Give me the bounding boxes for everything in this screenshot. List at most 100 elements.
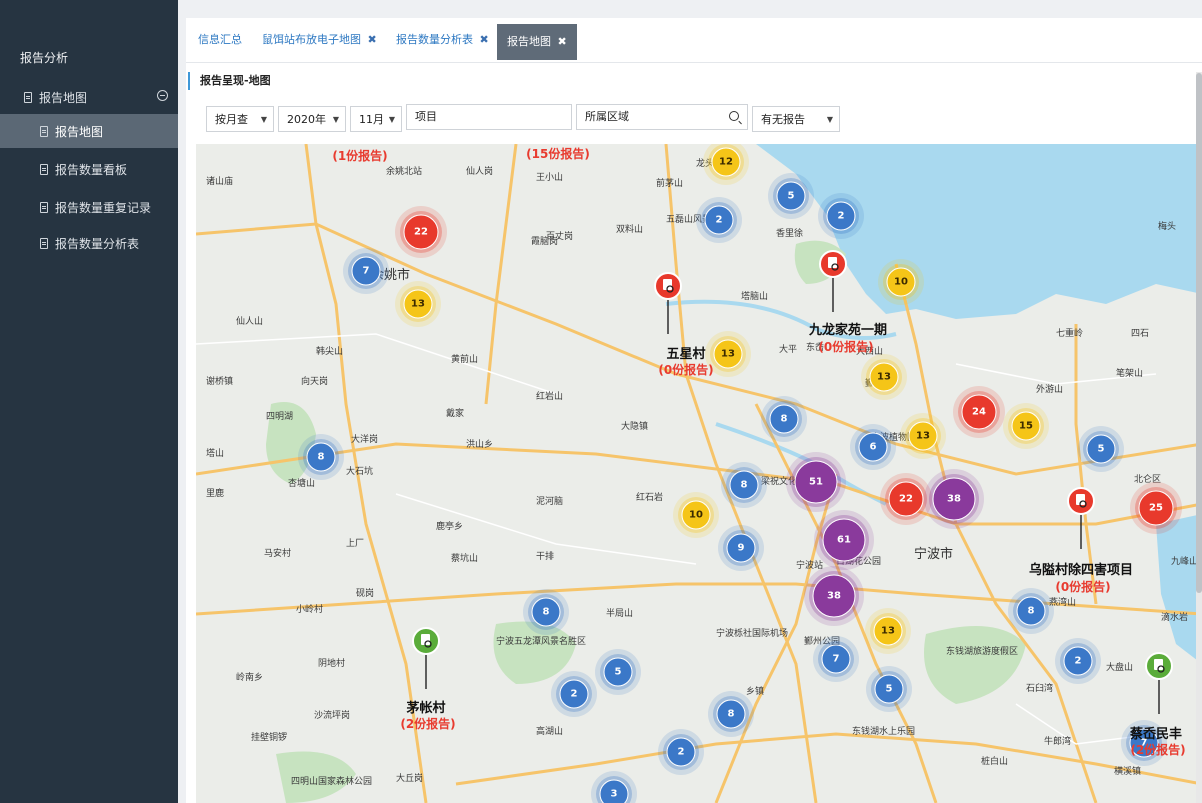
marker-report-count: (2份报告) (1130, 742, 1185, 757)
place-name: 滴水岩 (1161, 611, 1188, 623)
place-name: 挂壁铜锣 (251, 731, 287, 743)
cluster-count: 8 (728, 709, 735, 720)
marker-title: 蔡岙民丰 (1129, 726, 1182, 742)
tab-label: 报告地图 (507, 35, 551, 48)
map-place-label: 横溪镇 (1114, 765, 1141, 777)
cluster-count: 13 (411, 299, 425, 310)
cluster-marker[interactable]: 7 (343, 248, 389, 294)
collapse-icon[interactable] (157, 90, 168, 101)
map-place-label: 桩白山 (981, 755, 1008, 767)
region-search-input[interactable]: 所属区域 (576, 104, 748, 130)
cluster-count: 51 (809, 477, 823, 488)
place-name: 谢桥镇 (206, 375, 233, 387)
cluster-marker[interactable]: 8 (523, 589, 569, 635)
cluster-marker[interactable]: 2 (696, 197, 742, 243)
sidebar-item-report-duplicates[interactable]: 报告数量重复记录 (0, 190, 178, 224)
map-place-label: 牛郎湾 (1044, 735, 1071, 747)
sidebar-group-report-map[interactable]: 报告地图 (0, 80, 178, 114)
cluster-marker[interactable]: 61 (814, 510, 874, 570)
map-place-label: 马安村 (264, 547, 291, 559)
cluster-marker[interactable]: 8 (761, 396, 807, 442)
map-canvas[interactable]: 诸山庙余姚北站 仙人岗王小山前茅山百丈岗霞脑岗双料山五磊山风景区香里徐余姚市塔脑山… (196, 144, 1202, 803)
sidebar-item-report-map[interactable]: 报告地图 (0, 114, 178, 148)
place-name: 香里徐 (776, 227, 803, 239)
cluster-marker[interactable]: 9 (718, 525, 764, 571)
cluster-marker[interactable]: 8 (1008, 588, 1054, 634)
cluster-marker[interactable]: 8 (298, 434, 344, 480)
tab-label: 鼠饵站布放电子地图 (262, 33, 361, 46)
map-place-label: 仙人山 (236, 315, 263, 327)
search-icon[interactable] (729, 111, 739, 121)
breadcrumb: 报告呈现-地图 (188, 72, 1198, 90)
place-name: 半局山 (606, 607, 633, 619)
scrollbar-thumb[interactable] (1196, 73, 1202, 593)
close-icon[interactable]: ✖ (558, 35, 567, 48)
cluster-marker[interactable]: 5 (768, 173, 814, 219)
document-icon (40, 237, 48, 249)
document-icon (40, 125, 48, 137)
cluster-marker[interactable]: 15 (1003, 403, 1049, 449)
map-place-label: 大洋岗 (351, 433, 378, 445)
place-name: 石臼湾 (1026, 682, 1053, 694)
cluster-marker[interactable]: 2 (551, 671, 597, 717)
sidebar-item-report-analysis[interactable]: 报告数量分析表 (0, 226, 178, 260)
cluster-marker[interactable]: 51 (786, 452, 846, 512)
sidebar-item-label: 报告数量看板 (55, 162, 128, 177)
cluster-marker[interactable]: 13 (395, 281, 441, 327)
close-icon[interactable]: ✖ (368, 33, 377, 46)
cluster-count: 2 (716, 215, 723, 226)
tab-report-map[interactable]: 报告地图 ✖ (497, 24, 577, 60)
cluster-marker[interactable]: 2 (1055, 638, 1101, 684)
sidebar-item-report-board[interactable]: 报告数量看板 (0, 152, 178, 186)
year-select[interactable]: 2020年 ▼ (278, 106, 346, 132)
map-view[interactable]: 诸山庙 余姚北站 仙人岗 王小山 前茅山 百丈岗 霞脑岗 双料山 五磊山风景区 香里徐 余姚市 塔脑山… (196, 144, 1202, 803)
cluster-marker[interactable]: 24 (953, 386, 1005, 438)
cluster-marker[interactable]: 13 (861, 354, 907, 400)
place-name: 外游山 (1036, 383, 1063, 395)
cluster-marker[interactable]: 13 (900, 413, 946, 459)
partial-report-label: (1份报告) (332, 148, 387, 163)
cluster-marker[interactable]: 8 (721, 462, 767, 508)
map-place-label: 王小山 (536, 172, 563, 183)
place-name: 向天岗 (301, 375, 328, 387)
cluster-marker[interactable]: 10 (673, 492, 719, 538)
cluster-marker[interactable]: 10 (878, 259, 924, 305)
map-place-label: 梅头 (1158, 220, 1176, 232)
cluster-marker[interactable]: 13 (865, 608, 911, 654)
cluster-marker[interactable]: 38 (924, 469, 984, 529)
place-name: 韩尖山 (316, 345, 343, 357)
map-place-label: 戴家 (446, 407, 464, 419)
cluster-marker[interactable]: 5 (1078, 426, 1124, 472)
close-icon[interactable]: ✖ (480, 33, 489, 46)
map-place-label: 石臼湾 (1026, 682, 1053, 694)
cluster-marker[interactable]: 2 (818, 193, 864, 239)
map-place-label: 大平 (779, 343, 797, 355)
project-input[interactable]: 项目 (406, 104, 572, 130)
cluster-marker[interactable]: 2 (658, 729, 704, 775)
map-place-label: 四明山国家森林公园 (291, 775, 372, 787)
cluster-count: 3 (611, 789, 618, 800)
cluster-count: 8 (318, 452, 325, 463)
tab-info-summary[interactable]: 信息汇总 (188, 26, 252, 54)
cluster-marker[interactable]: 5 (866, 666, 912, 712)
cluster-count: 7 (363, 266, 370, 277)
place-name: 牛郎湾 (1044, 735, 1071, 747)
mode-select[interactable]: 按月查 ▼ (206, 106, 274, 132)
cluster-marker[interactable]: 38 (804, 566, 864, 626)
cluster-marker[interactable]: 7 (813, 636, 859, 682)
cluster-marker[interactable]: 25 (1130, 482, 1182, 534)
cluster-marker[interactable]: 8 (708, 691, 754, 737)
tab-report-analysis[interactable]: 报告数量分析表 ✖ (386, 26, 499, 54)
month-select-value: 11月 (359, 113, 384, 126)
place-name: 九峰山 (1171, 556, 1198, 567)
chevron-down-icon: ▼ (260, 115, 267, 124)
cluster-marker[interactable]: 22 (395, 206, 447, 258)
map-place-label: 余姚北站 (386, 165, 422, 177)
place-name: 四明山国家森林公园 (291, 775, 372, 787)
has-report-select[interactable]: 有无报告 ▼ (752, 106, 840, 132)
tab-bait-station-map[interactable]: 鼠饵站布放电子地图 ✖ (252, 26, 387, 54)
cluster-marker[interactable]: 6 (850, 424, 896, 470)
region-placeholder: 所属区域 (585, 110, 629, 123)
month-select[interactable]: 11月 ▼ (350, 106, 402, 132)
cluster-marker[interactable]: 5 (595, 649, 641, 695)
